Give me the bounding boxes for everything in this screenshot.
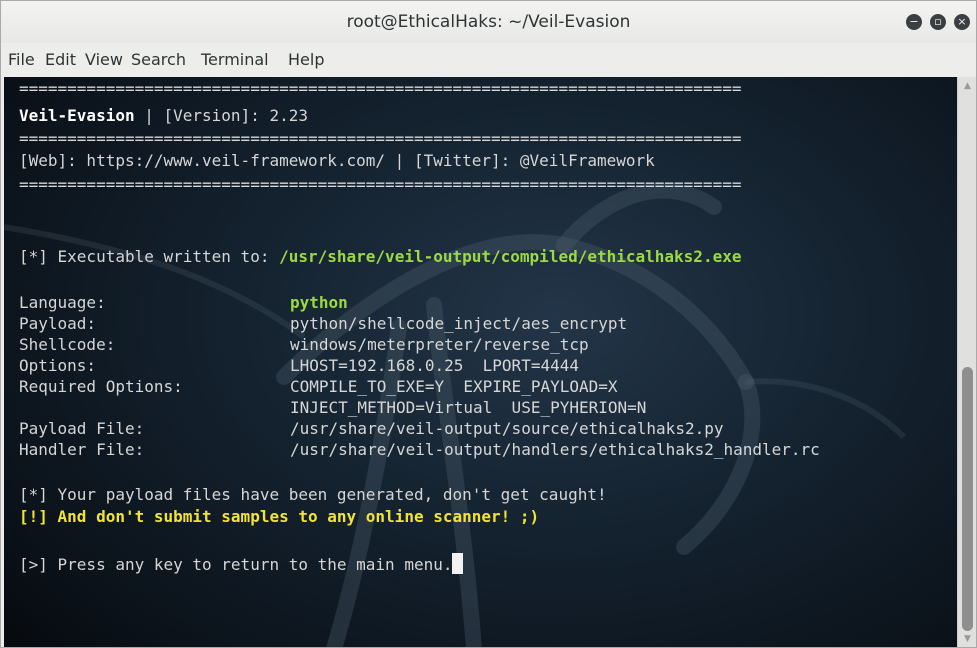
menu-terminal[interactable]: Terminal (201, 50, 269, 69)
menu-bar: File Edit View Search Terminal Help (1, 43, 976, 75)
banner-separator: | (134, 106, 164, 125)
required-options-value: INJECT_METHOD=Virtual USE_PYHERION=N (290, 398, 647, 417)
shellcode-value: windows/meterpreter/reverse_tcp (290, 335, 589, 354)
handler-file-label: Handler File: (19, 440, 145, 459)
written-prefix: [*] Executable written to: (19, 247, 280, 266)
banner-version: [Version]: 2.23 (163, 106, 309, 125)
banner-line: Veil-Evasion | [Version]: 2.23 (19, 106, 308, 126)
shellcode-label: Shellcode: (19, 335, 116, 354)
scrollbar-thumb[interactable] (962, 367, 973, 631)
executable-written-line: [*] Executable written to: /usr/share/ve… (19, 247, 741, 267)
vertical-scrollbar[interactable]: ▲ ▼ (957, 77, 976, 647)
banner-name: Veil-Evasion (19, 106, 135, 125)
menu-help[interactable]: Help (288, 50, 324, 69)
rule-line: ========================================… (19, 175, 742, 194)
menu-search[interactable]: Search (131, 50, 186, 69)
menu-file[interactable]: File (8, 50, 35, 69)
prompt-line: [>] Press any key to return to the main … (19, 553, 464, 575)
close-button[interactable]: × (954, 14, 970, 30)
options-label: Options: (19, 356, 97, 375)
payload-label: Payload: (19, 314, 97, 333)
generated-message: [*] Your payload files have been generat… (19, 485, 607, 504)
payload-value: python/shellcode_inject/aes_encrypt (290, 314, 628, 333)
required-options-value: COMPILE_TO_EXE=Y EXPIRE_PAYLOAD=X (290, 377, 618, 396)
executable-path: /usr/share/veil-output/compiled/ethicalh… (279, 247, 742, 266)
rule-line: ========================================… (19, 129, 742, 148)
scroll-down-icon[interactable]: ▼ (958, 634, 976, 644)
prompt-text: [>] Press any key to return to the main … (19, 555, 453, 574)
terminal-area[interactable]: ========================================… (4, 77, 957, 647)
required-options-label: Required Options: (19, 377, 183, 396)
window-title: root@EthicalHaks: ~/Veil-Evasion (346, 12, 631, 32)
options-value: LHOST=192.168.0.25 LPORT=4444 (290, 356, 579, 375)
menu-edit[interactable]: Edit (45, 50, 76, 69)
payload-file-label: Payload File: (19, 419, 145, 438)
title-bar[interactable]: root@EthicalHaks: ~/Veil-Evasion − ▫ × (1, 1, 976, 43)
terminal-window: root@EthicalHaks: ~/Veil-Evasion − ▫ × F… (0, 0, 977, 648)
rule-line: ========================================… (19, 79, 742, 98)
payload-file-value: /usr/share/veil-output/source/ethicalhak… (290, 419, 724, 438)
maximize-button[interactable]: ▫ (930, 14, 946, 30)
links-line: [Web]: https://www.veil-framework.com/ |… (19, 151, 655, 170)
language-label: Language: (19, 293, 106, 312)
language-value: python (290, 293, 348, 312)
warning-message: [!] And don't submit samples to any onli… (19, 507, 540, 526)
scroll-up-icon[interactable]: ▲ (958, 81, 976, 91)
menu-view[interactable]: View (85, 50, 123, 69)
text-cursor (452, 553, 464, 574)
terminal-output: ========================================… (4, 77, 957, 647)
handler-file-value: /usr/share/veil-output/handlers/ethicalh… (290, 440, 820, 459)
minimize-button[interactable]: − (906, 14, 922, 30)
